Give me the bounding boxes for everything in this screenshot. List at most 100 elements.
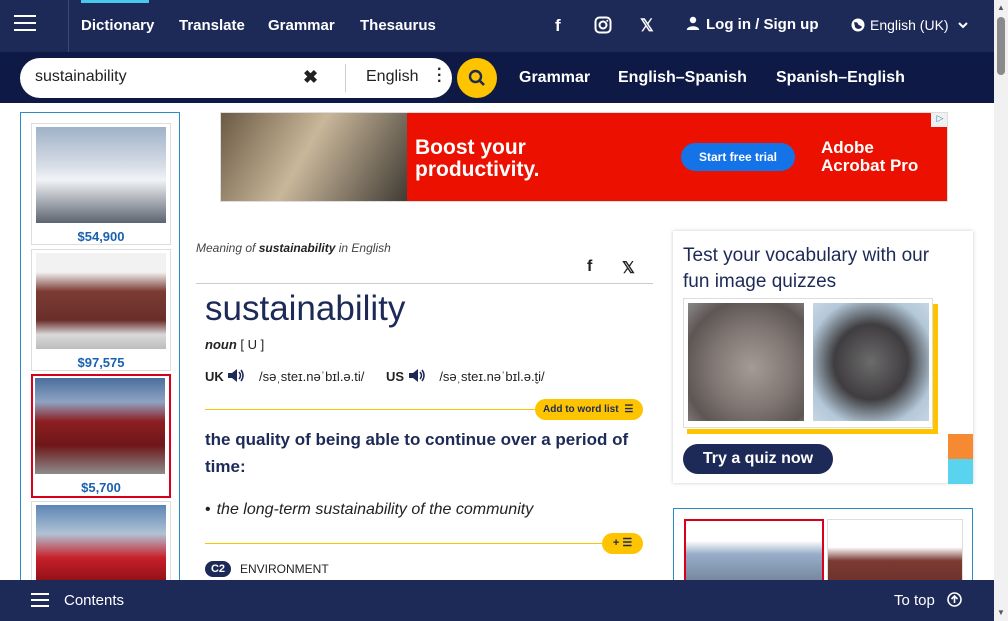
- grammar-code: [ U ]: [240, 337, 265, 352]
- hippo-image: [688, 303, 804, 421]
- meaning-of-label: Meaning of sustainability in English: [196, 241, 391, 255]
- meaning-suffix: in English: [338, 241, 391, 255]
- clear-icon[interactable]: ✖: [303, 67, 318, 88]
- speaker-icon[interactable]: [227, 368, 245, 383]
- nav-dictionary[interactable]: Dictionary: [81, 17, 154, 34]
- chevron-down-icon: [958, 22, 969, 29]
- x-icon[interactable]: 𝕏: [640, 16, 654, 36]
- car-price: $97,575: [77, 355, 125, 370]
- nav-translate[interactable]: Translate: [179, 17, 245, 34]
- example-divider: [205, 543, 602, 544]
- to-top-button[interactable]: To top: [894, 592, 962, 609]
- car-ad-card[interactable]: $97,575: [31, 249, 171, 371]
- car-ad-card-highlighted[interactable]: $5,700: [31, 374, 171, 498]
- language-label: English (UK): [870, 17, 949, 33]
- share-x-icon[interactable]: 𝕏: [622, 258, 635, 278]
- banner-ad[interactable]: Boost your productivity. Start free tria…: [220, 112, 948, 202]
- add-example-button[interactable]: + ☰: [602, 533, 643, 554]
- quiz-title: Test your vocabulary with our fun image …: [683, 245, 930, 292]
- seal-image: [813, 303, 929, 421]
- menu-icon[interactable]: [14, 15, 36, 33]
- nav-divider: [68, 0, 69, 52]
- user-icon: [686, 16, 700, 30]
- bottom-bar: Contents To top: [0, 580, 994, 621]
- wordlist-divider: [205, 409, 535, 410]
- search-box: ✖ English ···: [20, 58, 452, 98]
- entry-divider: [196, 283, 653, 284]
- top-navigation: Dictionary Translate Grammar Thesaurus f…: [0, 0, 994, 52]
- car-ad-card-highlighted[interactable]: [684, 519, 824, 587]
- list-icon: ☰: [624, 404, 634, 415]
- search-icon: [468, 69, 485, 86]
- car-ad-card[interactable]: $54,900: [31, 123, 171, 245]
- car-price: $5,700: [81, 480, 121, 495]
- cefr-level-badge: C2: [205, 561, 231, 577]
- car-ad-card[interactable]: [827, 519, 963, 587]
- us-label: US: [386, 369, 405, 384]
- search-input[interactable]: [35, 68, 285, 86]
- search-button[interactable]: [457, 58, 497, 98]
- active-tab-indicator: [81, 0, 149, 3]
- headword: sustainability: [205, 289, 406, 328]
- car-image: [36, 127, 166, 223]
- language-selector[interactable]: English (UK): [851, 17, 969, 33]
- contents-button[interactable]: Contents: [64, 592, 124, 609]
- definition: the quality of being able to continue ov…: [205, 430, 629, 476]
- more-options-icon[interactable]: · · ·: [437, 62, 442, 90]
- globe-icon: [851, 18, 865, 32]
- link-spanish-english[interactable]: Spanish–English: [776, 69, 905, 87]
- search-language[interactable]: English: [366, 68, 418, 86]
- left-ad-rail[interactable]: $54,900 $97,575 $5,700: [20, 112, 180, 582]
- instagram-icon[interactable]: [594, 16, 612, 39]
- contents-menu-icon[interactable]: [31, 593, 49, 607]
- scroll-up-arrow[interactable]: ▲: [997, 3, 1005, 12]
- try-quiz-button[interactable]: Try a quiz now: [683, 444, 833, 474]
- banner-brand: Adobe Acrobat Pro: [821, 138, 919, 175]
- example-text: the long-term sustainability of the comm…: [216, 501, 534, 518]
- pronunciation-us: US /səˌsteɪ.nəˈbɪl.ə.t̬i/: [386, 368, 545, 384]
- topic-label: ENVIRONMENT: [240, 562, 329, 576]
- search-divider: [345, 64, 346, 92]
- add-to-word-list-label: Add to word list: [543, 404, 619, 415]
- car-price: $54,900: [77, 229, 125, 244]
- facebook-icon[interactable]: f: [555, 16, 561, 36]
- orange-swatch: [948, 434, 973, 459]
- banner-photo: [221, 113, 407, 201]
- car-image: [36, 505, 166, 581]
- uk-ipa: /səˌsteɪ.nəˈbɪl.ə.ti/: [259, 369, 365, 384]
- scrollbar[interactable]: ▲ ▼: [994, 0, 1008, 621]
- share-facebook-icon[interactable]: f: [587, 258, 592, 276]
- arrow-up-icon: [947, 592, 962, 607]
- pos-label: noun: [205, 337, 237, 352]
- nav-thesaurus[interactable]: Thesaurus: [360, 17, 436, 34]
- plus-icon: +: [612, 537, 620, 549]
- car-image: [36, 253, 166, 349]
- add-to-word-list-button[interactable]: Add to word list ☰: [535, 399, 643, 420]
- uk-label: UK: [205, 369, 224, 384]
- link-grammar[interactable]: Grammar: [519, 69, 590, 87]
- meaning-prefix: Meaning of: [196, 241, 256, 255]
- login-label: Log in / Sign up: [706, 16, 819, 33]
- link-english-spanish[interactable]: English–Spanish: [618, 69, 747, 87]
- to-top-label: To top: [894, 592, 935, 609]
- login-link[interactable]: Log in / Sign up: [686, 16, 818, 33]
- speaker-icon[interactable]: [408, 368, 426, 383]
- nav-grammar[interactable]: Grammar: [268, 17, 335, 34]
- right-ad[interactable]: [673, 508, 973, 588]
- scroll-down-arrow[interactable]: ▼: [997, 608, 1005, 617]
- scroll-thumb[interactable]: [997, 17, 1005, 75]
- part-of-speech: noun [ U ]: [205, 337, 264, 352]
- meaning-word: sustainability: [258, 241, 336, 255]
- ad-choices-icon[interactable]: ▷: [931, 113, 947, 127]
- quiz-promo: Test your vocabulary with our fun image …: [673, 231, 973, 483]
- banner-headline: Boost your productivity.: [415, 136, 540, 181]
- pronunciation-uk: UK /səˌsteɪ.nəˈbɪl.ə.ti/: [205, 368, 364, 384]
- car-ad-card[interactable]: [31, 501, 171, 581]
- us-ipa: /səˌsteɪ.nəˈbɪl.ə.t̬i/: [439, 369, 545, 384]
- list-icon: ☰: [622, 537, 633, 549]
- example-sentence: • the long-term sustainability of the com…: [205, 501, 533, 519]
- car-image: [35, 378, 165, 474]
- banner-cta-button[interactable]: Start free trial: [681, 143, 795, 171]
- bullet: •: [205, 501, 211, 518]
- cyan-swatch: [948, 459, 973, 484]
